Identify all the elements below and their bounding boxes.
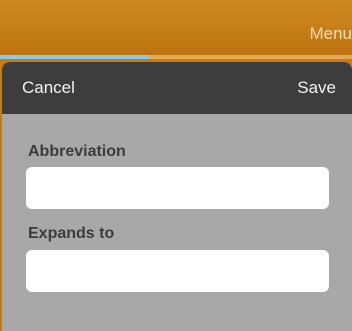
save-button[interactable]: Save — [297, 78, 336, 98]
top-bar: Menu — [0, 0, 352, 55]
cancel-button[interactable]: Cancel — [22, 78, 75, 98]
tab-indicator-inactive — [150, 55, 352, 59]
tab-indicator-active — [0, 55, 150, 59]
expands-to-label: Expands to — [28, 225, 115, 242]
expands-to-input[interactable] — [26, 250, 329, 292]
sheet-header: Cancel Save — [2, 62, 352, 114]
abbreviation-sheet: Cancel Save Abbreviation Expands to — [2, 62, 352, 331]
menu-button[interactable]: Menu — [309, 24, 352, 44]
abbreviation-input[interactable] — [26, 167, 329, 209]
abbreviation-label: Abbreviation — [28, 143, 126, 160]
